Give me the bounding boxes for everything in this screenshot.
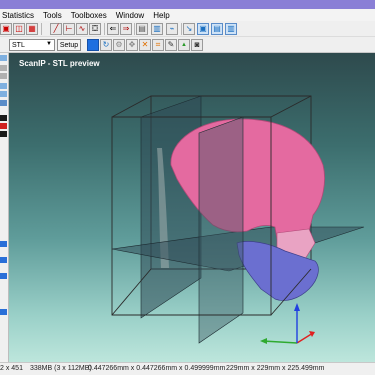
filter-icon[interactable]: ▣ [0,23,12,35]
setup-button[interactable]: Setup [57,39,81,51]
toolbar-separator [181,23,182,35]
color-red-icon[interactable] [0,123,7,129]
move-icon[interactable]: ✥ [126,39,138,51]
preview-toolbar: STL ▼ Setup ↻ ⚙ ✥ ✕ ⌗ ✎ ▲ ◙ [0,37,375,53]
menu-toolboxes[interactable]: Toolboxes [71,11,107,20]
status-slice-dims: 2 x 451 [0,365,23,372]
settings-icon[interactable]: ⚙ [113,39,125,51]
status-voxel-spacing: 0.447266mm x 0.447266mm x 0.499999mm [88,365,226,372]
mode-select[interactable]: STL ▼ [9,39,55,51]
axis-x-line [296,332,314,344]
color-black-icon[interactable] [0,115,7,121]
left-tool-panel [0,53,9,362]
coronal-slice-plane [198,116,244,344]
window-title-strip [0,0,375,9]
menu-help[interactable]: Help [153,11,169,20]
up-arrow-icon: ▲ [181,42,187,48]
status-extent: 229mm x 229mm x 225.499mm [226,365,325,372]
arrow-left-icon[interactable]: ⇐ [107,23,119,35]
crop-icon[interactable]: ▦ [26,23,38,35]
expand-arrow-icon[interactable] [0,241,7,247]
toolbar-separator [104,23,105,35]
histogram-icon[interactable]: ▥ [151,23,163,35]
crop-3d-icon[interactable]: ⌗ [152,39,164,51]
line-tool-icon[interactable]: ╱ [50,23,62,35]
export-stl-icon[interactable]: ▲ [178,39,190,51]
zoom-tool-icon[interactable]: ↘ [183,23,195,35]
expand-arrow-icon[interactable] [0,273,7,279]
toolbar-separator [41,23,42,35]
status-bar: 2 x 451 338MB (3 x 112MB) 0.447266mm x 0… [0,362,375,375]
pencil-icon[interactable]: ✎ [165,39,177,51]
measure-icon[interactable]: ⊢ [63,23,75,35]
curve-icon[interactable]: ∿ [76,23,88,35]
camera-icon[interactable]: ◙ [191,39,203,51]
toolbar-separator [134,23,135,35]
bucket-fill-icon[interactable]: ⛋ [89,23,101,35]
axis-y-arrow-icon [260,338,267,344]
color-swatch-icon[interactable] [87,39,99,51]
view-3d-icon[interactable]: ▤ [211,23,223,35]
refresh-icon[interactable]: ↻ [100,39,112,51]
mask-icon[interactable]: ◫ [13,23,25,35]
expand-arrow-icon[interactable] [0,309,7,315]
arrow-right-icon[interactable]: ⇒ [120,23,132,35]
chart-icon[interactable]: ⌁ [166,23,178,35]
menu-statistics[interactable]: Statistics [2,11,34,20]
panel-item-icon[interactable] [0,65,7,71]
scene-3d [111,95,365,344]
menu-bar: Statistics Tools Toolboxes Window Help [0,9,375,21]
axis-x-arrow-icon [309,331,315,337]
color-black-icon[interactable] [0,131,7,137]
axis-triad [260,303,315,344]
panel-item-icon[interactable] [0,83,7,89]
table-icon[interactable]: ▤ [136,23,148,35]
view-split-icon[interactable]: ▥ [225,23,237,35]
menu-window[interactable]: Window [116,11,144,20]
status-memory: 338MB (3 x 112MB) [30,365,92,372]
chevron-down-icon: ▼ [46,41,52,47]
axis-z-arrow-icon [294,303,300,311]
main-toolbar: ▣ ◫ ▦ ╱ ⊢ ∿ ⛋ ⇐ ⇒ ▤ ▥ ⌁ ↘ ▣ ▤ ▥ [0,21,375,37]
close-x-icon[interactable]: ✕ [139,39,151,51]
menu-tools[interactable]: Tools [43,11,62,20]
panel-item-icon[interactable] [0,55,7,61]
panel-item-icon[interactable] [0,91,7,97]
view-2d-icon[interactable]: ▣ [197,23,209,35]
mode-select-value: STL [12,41,25,49]
expand-arrow-icon[interactable] [0,257,7,263]
sagittal-slice-plane [140,95,202,319]
panel-item-icon[interactable] [0,73,7,79]
panel-item-icon[interactable] [0,100,7,106]
axis-y-line [262,340,298,344]
stl-preview-viewport[interactable]: ScanIP - STL preview [9,53,375,362]
